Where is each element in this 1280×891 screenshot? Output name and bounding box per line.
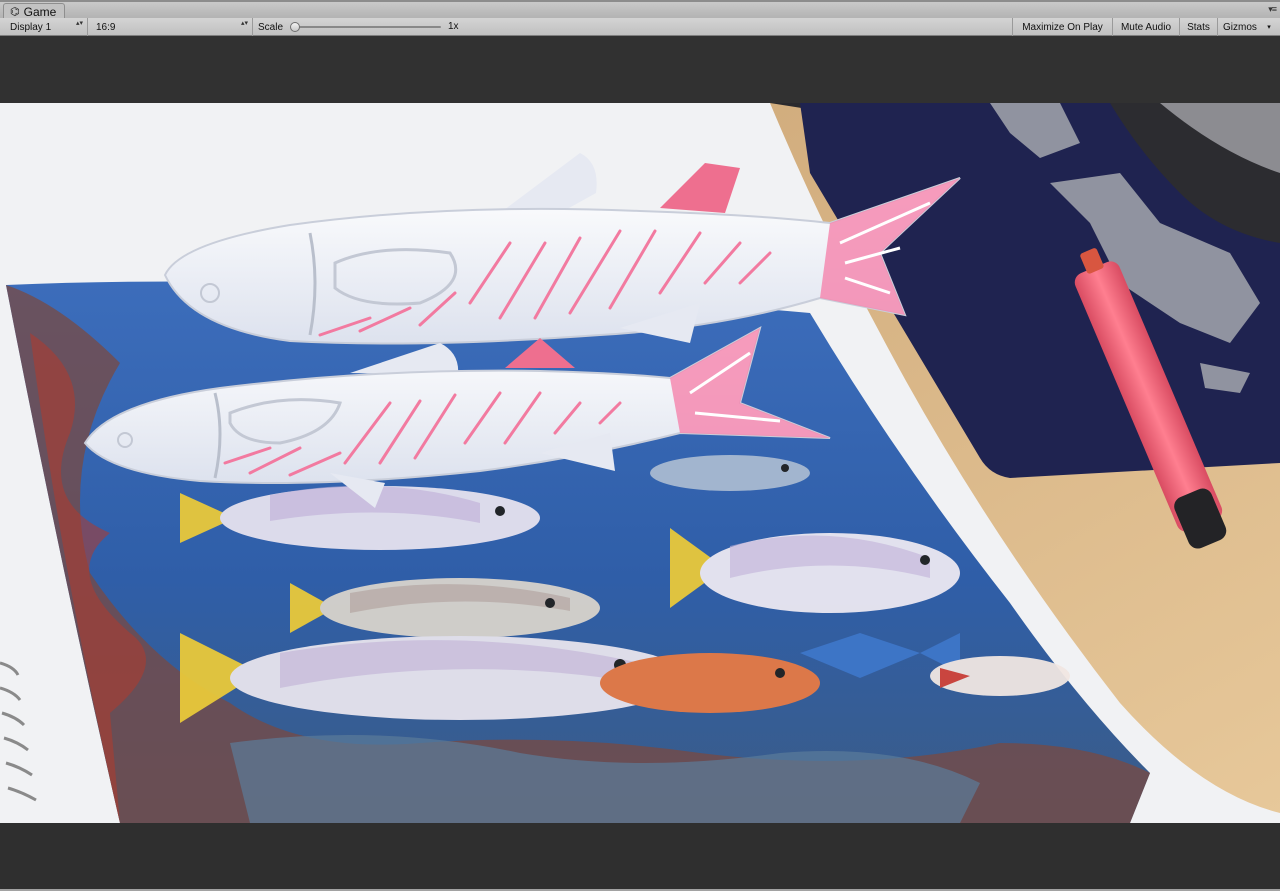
window-tab-bar: ⌬ Game ▾≡ <box>0 0 1280 20</box>
letterbox-top <box>0 36 1280 103</box>
game-render-viewport[interactable] <box>0 103 1280 823</box>
mute-audio-button[interactable]: Mute Audio <box>1112 18 1179 36</box>
game-tab-icon: ⌬ <box>10 5 20 18</box>
display-dropdown-label: Display 1 <box>10 21 52 33</box>
scale-slider-track[interactable] <box>293 26 441 28</box>
letterbox-bottom <box>0 823 1280 889</box>
scale-slider-thumb[interactable] <box>290 22 300 32</box>
scale-control: Scale 1x <box>253 18 463 36</box>
aspect-ratio-dropdown[interactable]: 16:9 ▴▾ <box>91 18 253 36</box>
maximize-on-play-button[interactable]: Maximize On Play <box>1012 18 1112 36</box>
stats-button[interactable]: Stats <box>1179 18 1217 36</box>
game-view <box>0 36 1280 889</box>
scale-value: 1x <box>448 21 459 32</box>
panel-menu-icon[interactable]: ▾≡ <box>1268 4 1277 15</box>
game-tab-label: Game <box>23 5 57 19</box>
display-dropdown[interactable]: Display 1 ▴▾ <box>5 18 88 36</box>
dropdown-arrows-icon: ▴▾ <box>75 20 83 27</box>
camera-feed-image <box>0 103 1280 823</box>
dropdown-arrows-icon: ▴▾ <box>240 20 248 27</box>
scale-label: Scale <box>258 21 284 33</box>
game-toolbar: Display 1 ▴▾ 16:9 ▴▾ Scale 1x Maximize O… <box>0 18 1280 36</box>
gizmos-button[interactable]: Gizmos <box>1217 18 1266 36</box>
gizmos-dropdown-icon[interactable]: ▾ <box>1262 18 1276 36</box>
aspect-ratio-label: 16:9 <box>96 21 116 33</box>
